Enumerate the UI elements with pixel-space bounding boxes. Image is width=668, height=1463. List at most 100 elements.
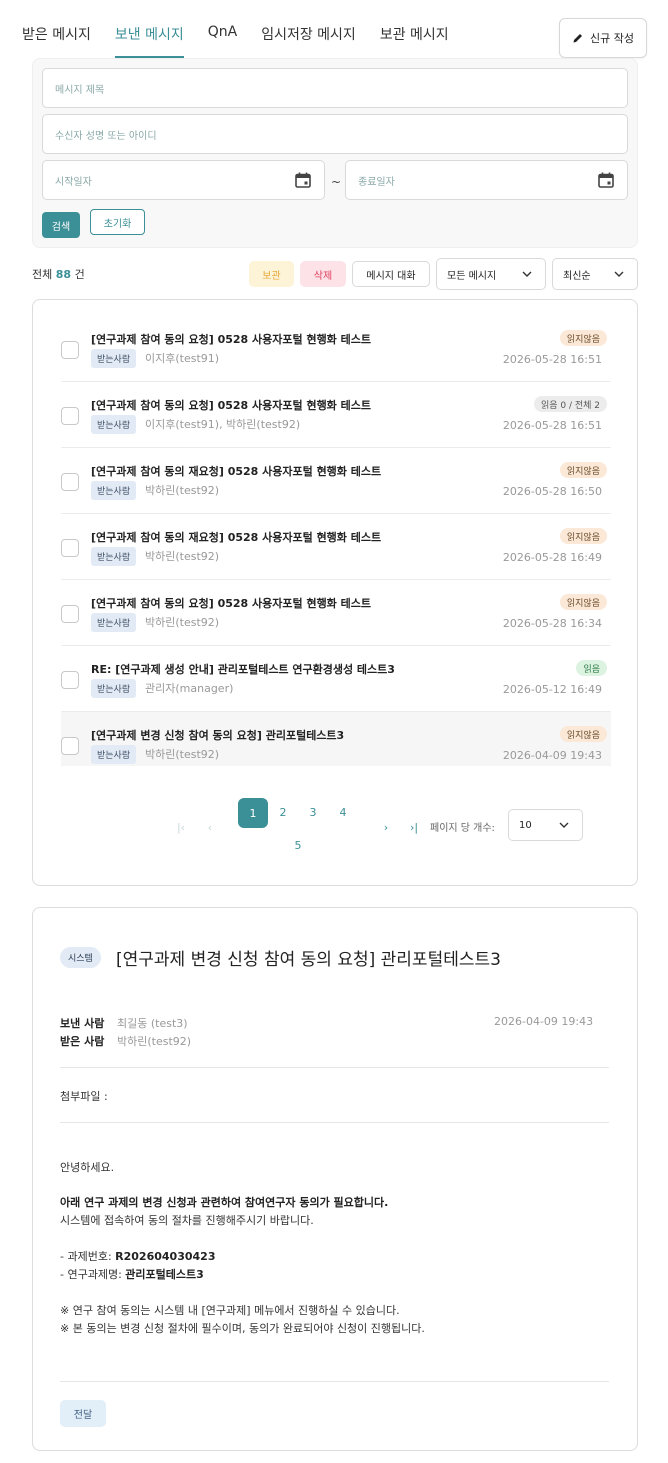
- new-message-label: 신규 작성: [590, 32, 634, 45]
- per-page-select[interactable]: 10: [508, 809, 583, 841]
- message-row[interactable]: [연구과제 참여 동의 요청] 0528 사용자포털 현행화 테스트 받는사람 …: [61, 316, 611, 382]
- total-count-value: 88: [55, 268, 72, 281]
- tab-qna[interactable]: QnA: [208, 24, 237, 58]
- recipient-tag: 받는사람: [91, 745, 137, 764]
- row-checkbox[interactable]: [61, 671, 79, 689]
- status-badge: 읽지않음: [559, 528, 607, 544]
- message-date: 2026-05-28 16:51: [502, 353, 602, 366]
- message-row[interactable]: [연구과제 참여 동의 재요청] 0528 사용자포털 현행화 테스트 받는사람…: [61, 514, 611, 580]
- message-date: 2026-05-28 16:51: [502, 419, 602, 432]
- status-badge: 읽지않음: [559, 726, 607, 742]
- divider: [60, 1122, 609, 1123]
- message-row-selected[interactable]: [연구과제 변경 신청 참여 동의 요청] 관리포털테스트3 받는사람 박하린(…: [61, 712, 611, 766]
- message-row[interactable]: RE: [연구과제 생성 안내] 관리포털테스트 연구환경생성 테스트3 받는사…: [61, 646, 611, 712]
- recipient-name: 관리자(manager): [145, 682, 234, 695]
- start-date-placeholder: 시작일자: [55, 176, 92, 188]
- next-page-button[interactable]: ›: [374, 821, 398, 834]
- recipient-tag: 받는사람: [91, 547, 137, 566]
- total-prefix: 전체: [32, 268, 53, 281]
- message-filter-value: 모든 메시지: [447, 270, 497, 282]
- body-lead-text: 아래 연구 과제의 변경 신청과 관련하여 참여연구자 동의가 필요합니다.: [60, 1196, 389, 1209]
- status-badge: 읽지않음: [559, 330, 607, 346]
- status-badge: 읽음 0 / 전체 2: [533, 396, 607, 412]
- new-message-button[interactable]: 신규 작성: [559, 18, 647, 58]
- recipient-name: 이지후(test91): [145, 352, 220, 365]
- page-4-button[interactable]: 4: [331, 806, 355, 819]
- message-row[interactable]: [연구과제 참여 동의 요청] 0528 사용자포털 현행화 테스트 받는사람 …: [61, 382, 611, 448]
- attachment-label: 첨부파일 :: [60, 1090, 108, 1103]
- search-button[interactable]: 검색: [42, 212, 80, 238]
- message-title: [연구과제 참여 동의 재요청] 0528 사용자포털 현행화 테스트: [91, 465, 382, 478]
- sort-select[interactable]: 최신순: [552, 258, 638, 290]
- forward-button[interactable]: 전달: [60, 1400, 106, 1427]
- row-checkbox[interactable]: [61, 407, 79, 425]
- status-badge: 읽음: [576, 660, 607, 676]
- message-date: 2026-05-28 16:34: [502, 617, 602, 630]
- recipient-tag: 받는사람: [91, 481, 137, 500]
- title-search-input[interactable]: 메시지 제목: [42, 68, 628, 108]
- project-name-value: 관리포털테스트3: [125, 1268, 204, 1281]
- tab-archived[interactable]: 보관 메시지: [380, 24, 449, 58]
- end-date-input[interactable]: 종료일자: [345, 160, 628, 200]
- row-checkbox[interactable]: [61, 737, 79, 755]
- message-date: 2026-05-12 16:49: [502, 683, 602, 696]
- prev-page-button[interactable]: ‹: [198, 821, 222, 834]
- page-3-button[interactable]: 3: [301, 806, 325, 819]
- row-checkbox[interactable]: [61, 539, 79, 557]
- start-date-input[interactable]: 시작일자: [42, 160, 325, 200]
- per-page-label: 페이지 당 개수:: [430, 823, 495, 834]
- recipient-tag: 받는사람: [91, 349, 137, 368]
- conversation-button[interactable]: 메시지 대화: [352, 261, 430, 287]
- row-checkbox[interactable]: [61, 341, 79, 359]
- tab-received[interactable]: 받은 메시지: [22, 24, 91, 58]
- row-checkbox[interactable]: [61, 473, 79, 491]
- calendar-icon[interactable]: [294, 171, 312, 189]
- sender-label: 보낸 사람: [60, 1017, 105, 1030]
- system-badge: 시스템: [60, 947, 101, 968]
- message-title: [연구과제 참여 동의 요청] 0528 사용자포털 현행화 테스트: [91, 333, 371, 346]
- date-range-separator: ~: [331, 175, 342, 189]
- keep-button[interactable]: 보관: [249, 261, 294, 287]
- body-note-1: ※ 연구 참여 동의는 시스템 내 [연구과제] 메뉴에서 진행하실 수 있습니…: [60, 1304, 400, 1317]
- delete-button[interactable]: 삭제: [300, 261, 346, 287]
- page-2-button[interactable]: 2: [271, 806, 295, 819]
- receiver-value: 박하린(test92): [117, 1035, 192, 1048]
- receiver-label: 받은 사람: [60, 1035, 105, 1048]
- pencil-icon: [573, 34, 582, 43]
- detail-title: [연구과제 변경 신청 참여 동의 요청] 관리포털테스트3: [116, 950, 501, 970]
- message-title: [연구과제 참여 동의 요청] 0528 사용자포털 현행화 테스트: [91, 399, 371, 412]
- body-project-no: - 과제번호: R202604030423: [60, 1248, 215, 1264]
- message-row[interactable]: [연구과제 참여 동의 재요청] 0528 사용자포털 현행화 테스트 받는사람…: [61, 448, 611, 514]
- tab-drafts[interactable]: 임시저장 메시지: [261, 24, 356, 58]
- total-suffix: 건: [74, 268, 85, 281]
- divider: [60, 1381, 609, 1382]
- message-row[interactable]: [연구과제 참여 동의 요청] 0528 사용자포털 현행화 테스트 받는사람 …: [61, 580, 611, 646]
- tab-sent[interactable]: 보낸 메시지: [114, 24, 184, 58]
- page-5-button[interactable]: 5: [286, 839, 310, 852]
- recipient-tag: 받는사람: [91, 613, 137, 632]
- divider: [60, 1067, 609, 1068]
- message-date: 2026-04-09 19:43: [502, 749, 602, 762]
- message-date: 2026-05-28 16:50: [502, 485, 602, 498]
- page-1-button[interactable]: 1: [238, 798, 268, 828]
- sort-value: 최신순: [563, 270, 591, 282]
- message-title: [연구과제 참여 동의 요청] 0528 사용자포털 현행화 테스트: [91, 597, 371, 610]
- first-page-button[interactable]: |‹: [169, 821, 193, 834]
- body-note-2: ※ 본 동의는 변경 신청 절차에 필수이며, 동의가 완료되어야 신청이 진행…: [60, 1322, 425, 1335]
- sender-value: 최길동 (test3): [117, 1017, 188, 1030]
- calendar-icon[interactable]: [597, 171, 615, 189]
- last-page-button[interactable]: ›|: [402, 821, 426, 834]
- message-title: RE: [연구과제 생성 안내] 관리포털테스트 연구환경생성 테스트3: [91, 663, 395, 676]
- per-page-value: 10: [519, 819, 532, 831]
- message-filter-select[interactable]: 모든 메시지: [436, 258, 546, 290]
- recipient-search-input[interactable]: 수신자 성명 또는 아이디: [42, 114, 628, 154]
- body-lead: 아래 연구 과제의 변경 신청과 관련하여 참여연구자 동의가 필요합니다.: [60, 1194, 388, 1210]
- row-checkbox[interactable]: [61, 605, 79, 623]
- total-count: 전체 88 건: [32, 266, 85, 282]
- recipient-name: 박하린(test92): [145, 550, 220, 563]
- message-tabs: 받은 메시지 보낸 메시지 QnA 임시저장 메시지 보관 메시지: [22, 24, 449, 58]
- chevron-down-icon: [559, 822, 569, 828]
- message-title: [연구과제 참여 동의 재요청] 0528 사용자포털 현행화 테스트: [91, 531, 382, 544]
- chevron-down-icon: [614, 271, 624, 277]
- reset-button[interactable]: 초기화: [90, 209, 145, 235]
